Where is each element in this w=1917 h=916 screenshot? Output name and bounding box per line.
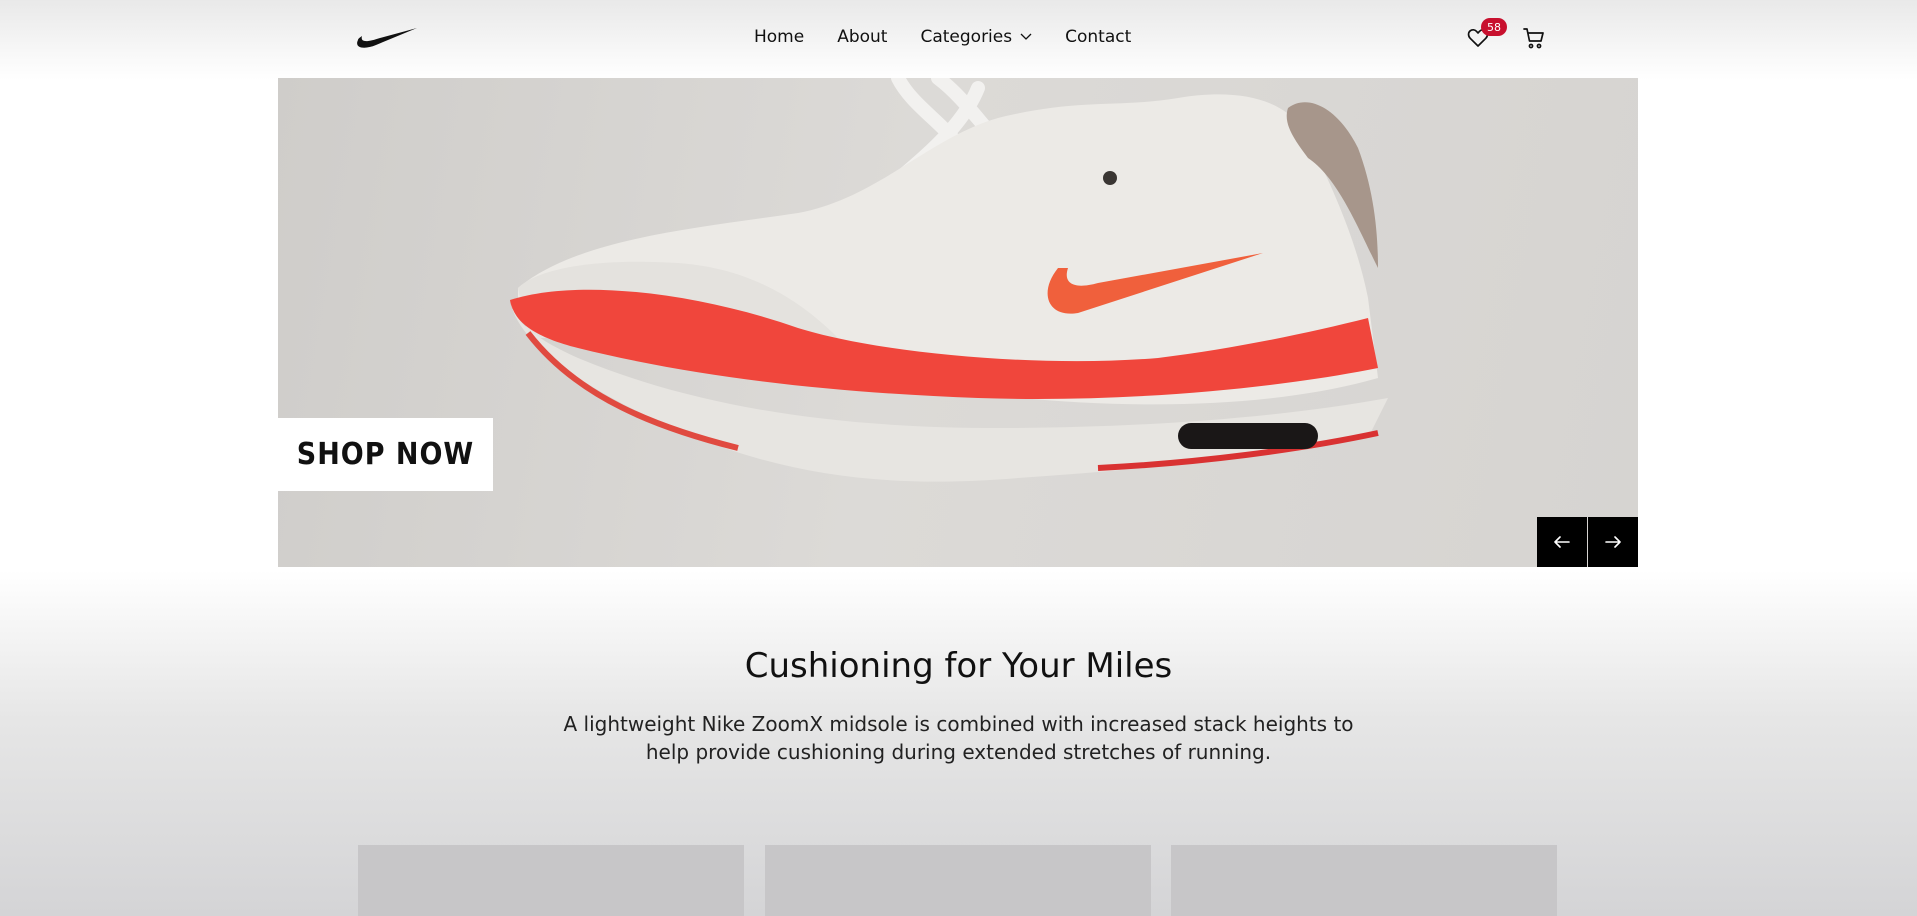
nav-about-label: About xyxy=(837,27,888,47)
hero-banner: SHOP NOW xyxy=(278,78,1638,567)
product-card[interactable] xyxy=(358,845,744,916)
sneaker-product-image xyxy=(510,78,1388,482)
main-nav: Home About Categories Contact xyxy=(754,26,1131,48)
arrow-left-icon xyxy=(1554,536,1570,548)
nike-logo-icon[interactable] xyxy=(356,26,418,50)
product-card[interactable] xyxy=(765,845,1151,916)
nav-categories-dropdown[interactable]: Categories xyxy=(920,26,1032,48)
arrow-right-icon xyxy=(1605,536,1621,548)
feature-heading: Cushioning for Your Miles xyxy=(744,646,1173,686)
chevron-down-icon xyxy=(1020,33,1032,40)
shop-now-button[interactable]: SHOP NOW xyxy=(278,418,493,491)
carousel-next-button[interactable] xyxy=(1588,517,1638,567)
nav-home[interactable]: Home xyxy=(754,26,804,48)
nav-categories-label: Categories xyxy=(920,27,1013,47)
cart-icon[interactable] xyxy=(1522,26,1546,50)
nav-about[interactable]: About xyxy=(837,26,887,48)
product-card[interactable] xyxy=(1171,845,1557,916)
feature-description-line: help provide cushioning during extended … xyxy=(645,740,1272,764)
nav-home-label: Home xyxy=(754,27,805,47)
feature-description-line: A lightweight Nike ZoomX midsole is comb… xyxy=(563,712,1354,736)
site-header: Home About Categories Contact 58 xyxy=(0,0,1917,78)
nav-contact[interactable]: Contact xyxy=(1065,26,1131,48)
nav-contact-label: Contact xyxy=(1065,27,1132,47)
wishlist-count-badge: 58 xyxy=(1481,18,1507,36)
feature-description: A lightweight Nike ZoomX midsole is comb… xyxy=(560,710,1357,766)
carousel-prev-button[interactable] xyxy=(1537,517,1587,567)
